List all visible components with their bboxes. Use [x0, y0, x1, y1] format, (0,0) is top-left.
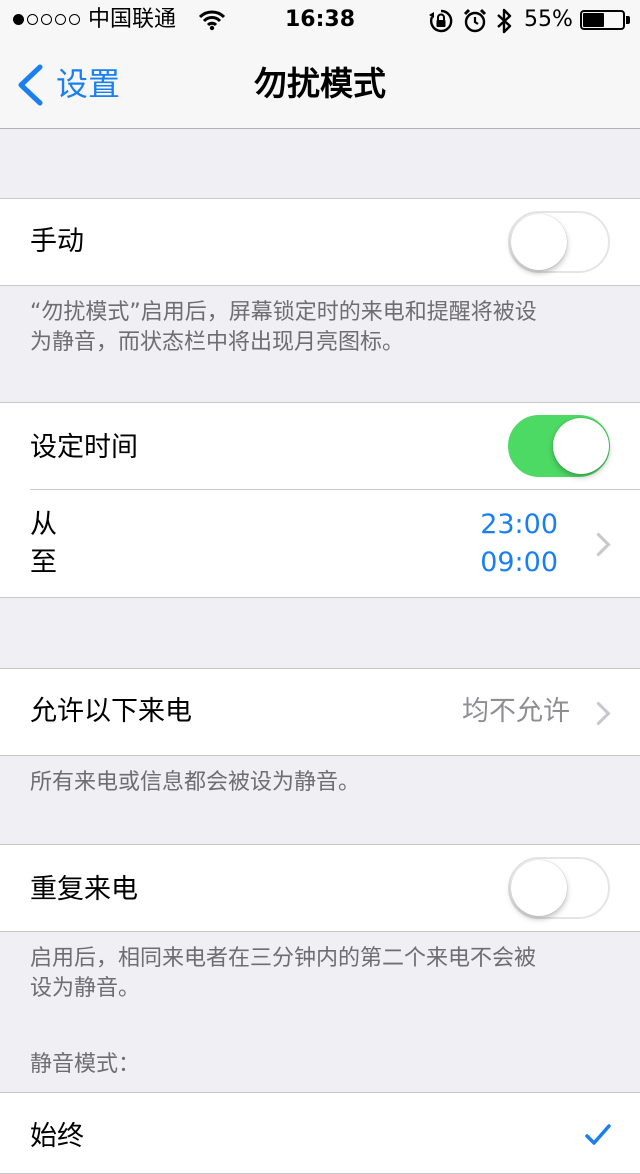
silence-option-always[interactable]: 始终	[0, 1092, 640, 1174]
manual-label: 手动	[30, 226, 84, 257]
allow-calls-value: 均不允许	[462, 696, 570, 727]
chevron-right-icon	[586, 701, 611, 726]
repeated-calls-footer-line-2: 设为静音。	[30, 976, 141, 1001]
allow-calls-footer: 所有来电或信息都会被设为静音。	[30, 770, 361, 795]
alarm-icon	[463, 8, 487, 33]
repeated-calls-toggle[interactable]	[508, 857, 610, 919]
manual-footer-line-2: 为静音，而状态栏中将出现月亮图标。	[30, 330, 405, 355]
status-bar: 中国联通 16:38 55%	[0, 0, 640, 40]
repeated-calls-footer-line-1: 启用后，相同来电者在三分钟内的第二个来电不会被	[30, 946, 537, 971]
toggle-knob	[511, 860, 567, 916]
rotation-lock-icon	[429, 9, 453, 33]
allow-calls-label: 允许以下来电	[30, 696, 192, 727]
repeated-calls-section: 重复来电	[0, 844, 640, 932]
repeated-calls-footer: 启用后，相同来电者在三分钟内的第二个来电不会被 设为静音。	[30, 944, 620, 1004]
scheduled-section: 设定时间 从 至 23:00 09:00	[0, 402, 640, 598]
silence-section-header: 静音模式：	[30, 1052, 141, 1077]
silence-always-label: 始终	[30, 1121, 84, 1152]
checkmark-icon	[585, 1124, 611, 1145]
allow-calls-row[interactable]: 允许以下来电 均不允许	[0, 668, 640, 756]
from-label: 从	[30, 509, 57, 540]
battery-icon	[580, 10, 630, 30]
battery-percent: 55%	[524, 7, 573, 32]
toggle-knob	[553, 418, 609, 474]
scheduled-label: 设定时间	[30, 432, 138, 463]
manual-footer-line-1: “勿扰模式”启用后，屏幕锁定时的来电和提醒将被设	[30, 300, 537, 325]
repeated-calls-label: 重复来电	[30, 874, 138, 905]
to-label: 至	[30, 547, 57, 578]
manual-toggle[interactable]	[508, 211, 610, 273]
manual-section: 手动	[0, 198, 640, 286]
to-time: 09:00	[480, 547, 558, 578]
manual-footer: “勿扰模式”启用后，屏幕锁定时的来电和提醒将被设 为静音，而状态栏中将出现月亮图…	[30, 298, 620, 358]
schedule-time-row[interactable]: 从 至 23:00 09:00	[0, 490, 640, 597]
toggle-knob	[511, 214, 567, 270]
scheduled-toggle[interactable]	[508, 415, 610, 477]
page-title: 勿扰模式	[254, 64, 386, 103]
bluetooth-icon	[497, 8, 512, 34]
chevron-right-icon	[586, 532, 611, 557]
from-time: 23:00	[480, 509, 558, 540]
